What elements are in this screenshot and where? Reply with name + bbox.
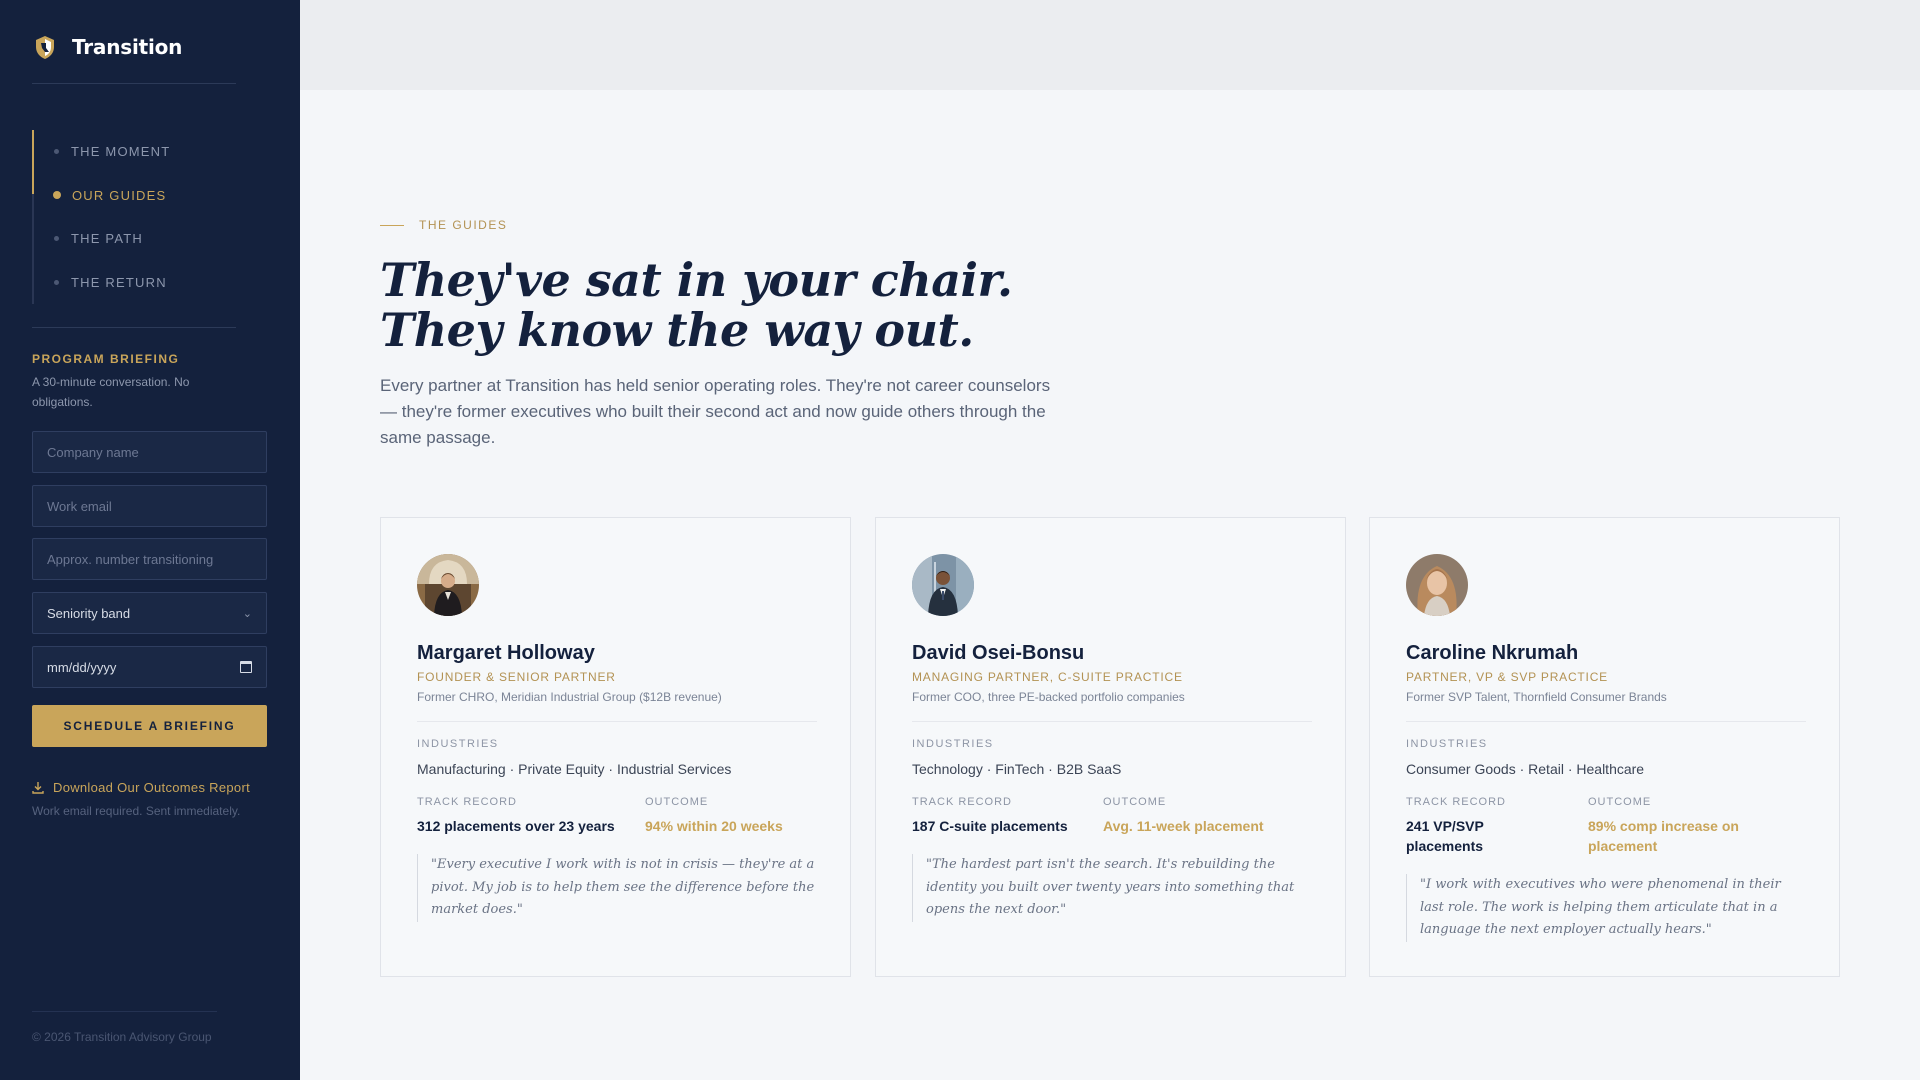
seniority-band-value: Seniority band (47, 605, 131, 621)
top-bar (300, 0, 1920, 90)
outcome-label: OUTCOME (645, 796, 709, 808)
briefing-subtitle: A 30-minute conversation. No obligations… (32, 375, 190, 409)
brand[interactable]: Transition (32, 34, 182, 60)
number-transitioning-placeholder: Approx. number transitioning (47, 551, 214, 567)
seniority-band-select[interactable]: Seniority band ⌄ (32, 592, 267, 634)
outcome-label: OUTCOME (1103, 796, 1167, 808)
track-record-value: 312 placements over 23 years (417, 818, 615, 834)
nav-item-the-path[interactable]: THE PATH (34, 217, 252, 261)
divider (32, 83, 236, 84)
section-eyebrow: THE GUIDES (380, 218, 507, 232)
guide-name: David Osei-Bonsu (912, 642, 1085, 664)
page-title: They've sat in your chair. They know the… (380, 255, 1013, 355)
divider (417, 721, 817, 722)
avatar (912, 554, 974, 616)
industries-label: INDUSTRIES (1406, 738, 1488, 750)
divider (1406, 721, 1806, 722)
nav-item-label: THE PATH (71, 231, 143, 247)
divider (32, 327, 236, 328)
guide-card: David Osei-Bonsu MANAGING PARTNER, C-SUI… (875, 517, 1346, 977)
nav-item-label: OUR GUIDES (72, 187, 167, 203)
outcome-label: OUTCOME (1588, 796, 1652, 808)
industries-label: INDUSTRIES (417, 738, 499, 750)
industries-label: INDUSTRIES (912, 738, 994, 750)
nav-dot (54, 149, 59, 155)
avatar (1406, 554, 1468, 616)
work-email-placeholder: Work email (47, 498, 112, 514)
industries-value: Technology · FinTech · B2B SaaS (912, 761, 1122, 777)
work-email-input[interactable]: Work email (32, 485, 267, 527)
guide-card: Caroline Nkrumah PARTNER, VP & SVP PRACT… (1369, 517, 1840, 977)
track-record-value: 241 VP/SVP placements (1406, 818, 1484, 854)
track-record-label: TRACK RECORD (1406, 796, 1507, 808)
nav-dot (53, 191, 61, 200)
avatar (417, 554, 479, 616)
outcome-value: Avg. 11-week placement (1103, 818, 1264, 834)
track-record-label: TRACK RECORD (912, 796, 1013, 808)
guide-former-role: Former COO, three PE-backed portfolio co… (912, 690, 1185, 704)
guide-former-role: Former SVP Talent, Thornfield Consumer B… (1406, 690, 1667, 704)
headline-line-1: They've sat in your chair. (380, 253, 1013, 307)
nav-dot (54, 279, 59, 285)
intro-paragraph: Every partner at Transition has held sen… (380, 376, 1051, 447)
eyebrow-label: THE GUIDES (419, 218, 508, 232)
divider (912, 721, 1312, 722)
portrait-image (912, 554, 974, 616)
guide-role: MANAGING PARTNER, C-SUITE PRACTICE (912, 670, 1183, 684)
portrait-image (1406, 554, 1468, 616)
nav-item-label: THE MOMENT (71, 144, 171, 160)
headline-line-2: They know the way out. (380, 303, 974, 357)
track-record-value: 187 C-suite placements (912, 818, 1068, 834)
chevron-down-icon: ⌄ (242, 607, 252, 620)
guide-name: Caroline Nkrumah (1406, 642, 1579, 664)
guide-role: FOUNDER & SENIOR PARTNER (417, 670, 616, 684)
download-icon (32, 782, 44, 794)
nav-item-the-return[interactable]: THE RETURN (34, 261, 252, 305)
company-name-placeholder: Company name (47, 444, 139, 460)
nav-item-label: THE RETURN (71, 274, 167, 290)
sidebar: Transition THE MOMENT OUR GUIDES THE PAT… (0, 0, 300, 1080)
outcome-value: 94% within 20 weeks (645, 818, 783, 834)
outcome-value: 89% comp increase on placement (1588, 818, 1739, 854)
industries-value: Manufacturing · Private Equity · Industr… (417, 761, 732, 777)
schedule-briefing-button[interactable]: SCHEDULE A BRIEFING (32, 705, 267, 747)
brand-name: Transition (72, 35, 183, 59)
number-transitioning-input[interactable]: Approx. number transitioning (32, 538, 267, 580)
nav-dot (54, 236, 59, 242)
calendar-icon[interactable] (240, 661, 252, 673)
track-record-label: TRACK RECORD (417, 796, 518, 808)
copyright: © 2026 Transition Advisory Group (32, 1030, 212, 1044)
eyebrow-line (380, 224, 404, 226)
download-report-link[interactable]: Download Our Outcomes Report (32, 780, 250, 795)
nav-active-indicator (32, 130, 34, 194)
main-content: THE GUIDES They've sat in your chair. Th… (300, 90, 1920, 1080)
guide-quote: "The hardest part isn't the search. It's… (912, 854, 1312, 922)
section-nav: THE MOMENT OUR GUIDES THE PATH THE RETUR… (32, 130, 252, 304)
guide-former-role: Former CHRO, Meridian Industrial Group (… (417, 690, 722, 704)
guide-name: Margaret Holloway (417, 642, 595, 664)
download-label: Download Our Outcomes Report (53, 780, 250, 795)
nav-item-the-moment[interactable]: THE MOMENT (34, 130, 252, 174)
shield-logo-icon (36, 36, 54, 59)
guide-role: PARTNER, VP & SVP PRACTICE (1406, 670, 1608, 684)
guide-card: Margaret Holloway FOUNDER & SENIOR PARTN… (380, 517, 851, 977)
nav-item-our-guides[interactable]: OUR GUIDES (34, 174, 252, 218)
portrait-image (417, 554, 479, 616)
date-value: mm/dd/yyyy (47, 659, 117, 675)
guide-quote: "I work with executives who were phenome… (1406, 874, 1806, 942)
guide-quote: "Every executive I work with is not in c… (417, 854, 817, 922)
industries-value: Consumer Goods · Retail · Healthcare (1406, 761, 1645, 777)
divider (32, 1011, 217, 1012)
company-name-input[interactable]: Company name (32, 431, 267, 473)
date-input[interactable]: mm/dd/yyyy (32, 646, 267, 688)
download-note: Work email required. Sent immediately. (32, 804, 241, 818)
briefing-title: PROGRAM BRIEFING (32, 352, 180, 366)
